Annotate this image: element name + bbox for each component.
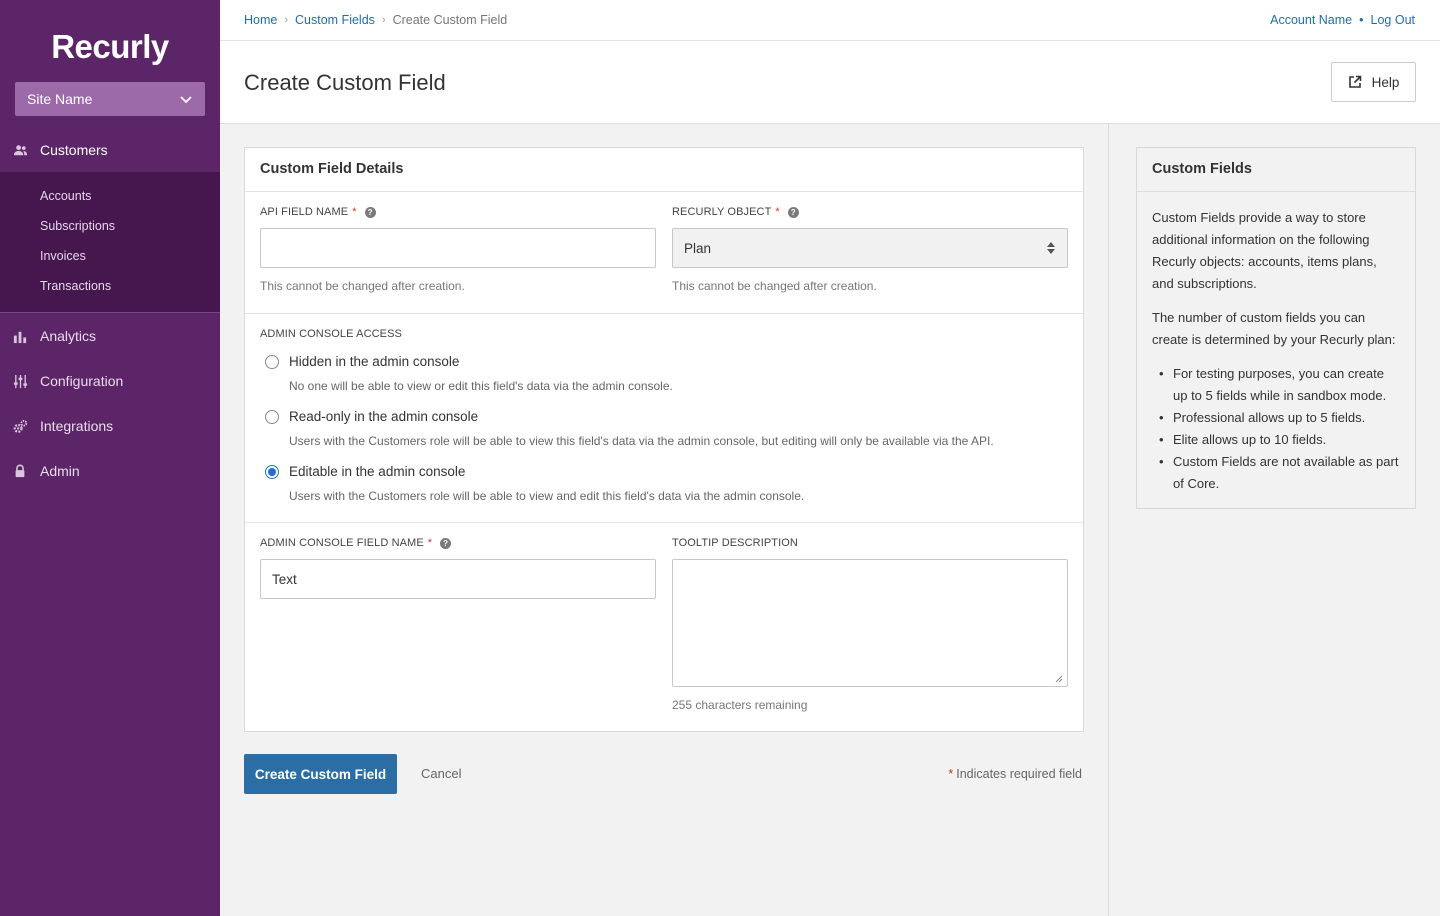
breadcrumb-current: Create Custom Field [392,13,508,27]
nav-analytics-label: Analytics [40,328,97,344]
help-button[interactable]: Help [1331,62,1416,102]
radio-editable[interactable]: Editable in the admin console [265,464,465,479]
create-custom-field-button[interactable]: Create Custom Field [244,754,397,794]
card-title: Custom Field Details [245,148,1083,192]
customers-subnav: Accounts Subscriptions Invoices Transact… [0,172,220,312]
subnav-accounts[interactable]: Accounts [40,189,91,203]
required-star: * [775,206,780,218]
subnav-subscriptions[interactable]: Subscriptions [40,219,115,233]
api-field-name-label-text: API FIELD NAME [260,206,349,218]
list-item: Elite allows up to 10 fields. [1152,429,1400,451]
breadcrumb-home[interactable]: Home [244,13,277,27]
admin-console-field-name-label-text: ADMIN CONSOLE FIELD NAME [260,537,424,549]
tooltip-description-textarea[interactable] [672,559,1068,687]
lock-icon [12,463,28,479]
radio-editable-label: Editable in the admin console [289,464,466,479]
external-link-icon [1348,75,1361,88]
section-divider [245,522,1083,523]
required-note-text: Indicates required field [956,767,1082,781]
help-button-label: Help [1371,74,1400,90]
recurly-object-help: This cannot be changed after creation. [672,279,877,293]
radio-editable-control[interactable] [265,464,279,479]
sliders-icon [12,373,28,389]
recurly-object-label-text: RECURLY OBJECT [672,206,772,218]
api-field-name-help: This cannot be changed after creation. [260,279,465,293]
info-list: For testing purposes, you can create up … [1152,363,1400,495]
api-field-name-label: API FIELD NAME * ? [260,206,376,218]
tooltip-description-label: TOOLTIP DESCRIPTION [672,537,798,549]
top-bar: Home › Custom Fields › Create Custom Fie… [220,0,1440,41]
info-card-body: Custom Fields provide a way to store add… [1137,192,1415,510]
required-star: * [427,537,433,549]
info-card-title: Custom Fields [1137,148,1415,192]
account-name-link[interactable]: Account Name [1270,13,1352,27]
recurly-object-label: RECURLY OBJECT * ? [672,206,799,218]
breadcrumb-separator-icon: › [284,14,289,26]
radio-hidden-desc: No one will be able to view or edit this… [289,379,673,393]
custom-fields-info-card: Custom Fields Custom Fields provide a wa… [1136,147,1416,509]
nav-customers[interactable]: Customers [0,130,220,170]
sort-arrows-icon [1047,242,1055,254]
api-field-name-input[interactable] [260,228,656,268]
nav-customers-label: Customers [40,142,108,158]
site-selector[interactable]: Site Name [15,82,205,116]
help-icon[interactable]: ? [787,206,799,218]
account-links: Account Name • Log Out [1270,13,1415,27]
required-star: * [352,206,357,218]
required-field-note: * Indicates required field [948,767,1082,781]
radio-hidden-control[interactable] [265,354,279,369]
radio-hidden[interactable]: Hidden in the admin console [265,354,459,369]
recurly-logo[interactable]: Recurly [0,28,220,66]
gears-icon [12,418,28,434]
nav-analytics[interactable]: Analytics [0,316,220,356]
list-item: For testing purposes, you can create up … [1152,363,1400,407]
nav-integrations-label: Integrations [40,418,114,434]
radio-read-only-control[interactable] [265,409,279,424]
bar-chart-icon [12,328,28,344]
list-item: Professional allows up to 5 fields. [1152,407,1400,429]
cancel-link[interactable]: Cancel [421,766,461,781]
radio-hidden-label: Hidden in the admin console [289,354,460,369]
breadcrumb: Home › Custom Fields › Create Custom Fie… [244,13,507,27]
page-title: Create Custom Field [244,70,446,95]
breadcrumb-separator-icon: › [381,14,386,26]
resize-grip-icon[interactable] [1055,675,1063,683]
recurly-object-value: Plan [684,240,712,256]
separator-dot-icon: • [1359,13,1364,27]
help-icon[interactable]: ? [364,206,376,218]
nav-admin-label: Admin [40,463,80,479]
sidebar: Recurly Site Name Customers Accounts Sub… [0,0,220,916]
nav-configuration[interactable]: Configuration [0,361,220,401]
chars-remaining: 255 characters remaining [672,698,808,712]
chevron-down-icon [180,96,192,104]
list-item: Custom Fields are not available as part … [1152,451,1400,495]
info-paragraph: The number of custom fields you can crea… [1152,310,1396,347]
custom-field-details-card: Custom Field Details API FIELD NAME * ? … [244,147,1084,732]
subnav-transactions[interactable]: Transactions [40,279,111,293]
help-icon[interactable]: ? [440,537,452,549]
nav-configuration-label: Configuration [40,373,124,389]
admin-console-access-label: ADMIN CONSOLE ACCESS [260,328,402,340]
admin-console-field-name-input[interactable]: Text [260,559,656,599]
users-icon [12,142,28,158]
breadcrumb-custom-fields[interactable]: Custom Fields [295,13,375,27]
logout-link[interactable]: Log Out [1371,13,1415,27]
nav-admin[interactable]: Admin [0,451,220,491]
subnav-invoices[interactable]: Invoices [40,249,86,263]
nav-divider [0,312,220,313]
admin-console-field-name-label: ADMIN CONSOLE FIELD NAME * ? [260,537,452,549]
recurly-object-select[interactable]: Plan [672,228,1068,268]
site-name: Site Name [27,91,93,107]
nav-integrations[interactable]: Integrations [0,406,220,446]
info-paragraph: Custom Fields provide a way to store add… [1152,210,1377,291]
radio-editable-desc: Users with the Customers role will be ab… [289,489,805,503]
section-divider [245,313,1083,314]
required-star: * [948,767,954,781]
radio-read-only-desc: Users with the Customers role will be ab… [289,434,994,448]
radio-read-only-label: Read-only in the admin console [289,409,479,424]
page-header: Create Custom Field Help [220,41,1440,124]
radio-read-only[interactable]: Read-only in the admin console [265,409,478,424]
